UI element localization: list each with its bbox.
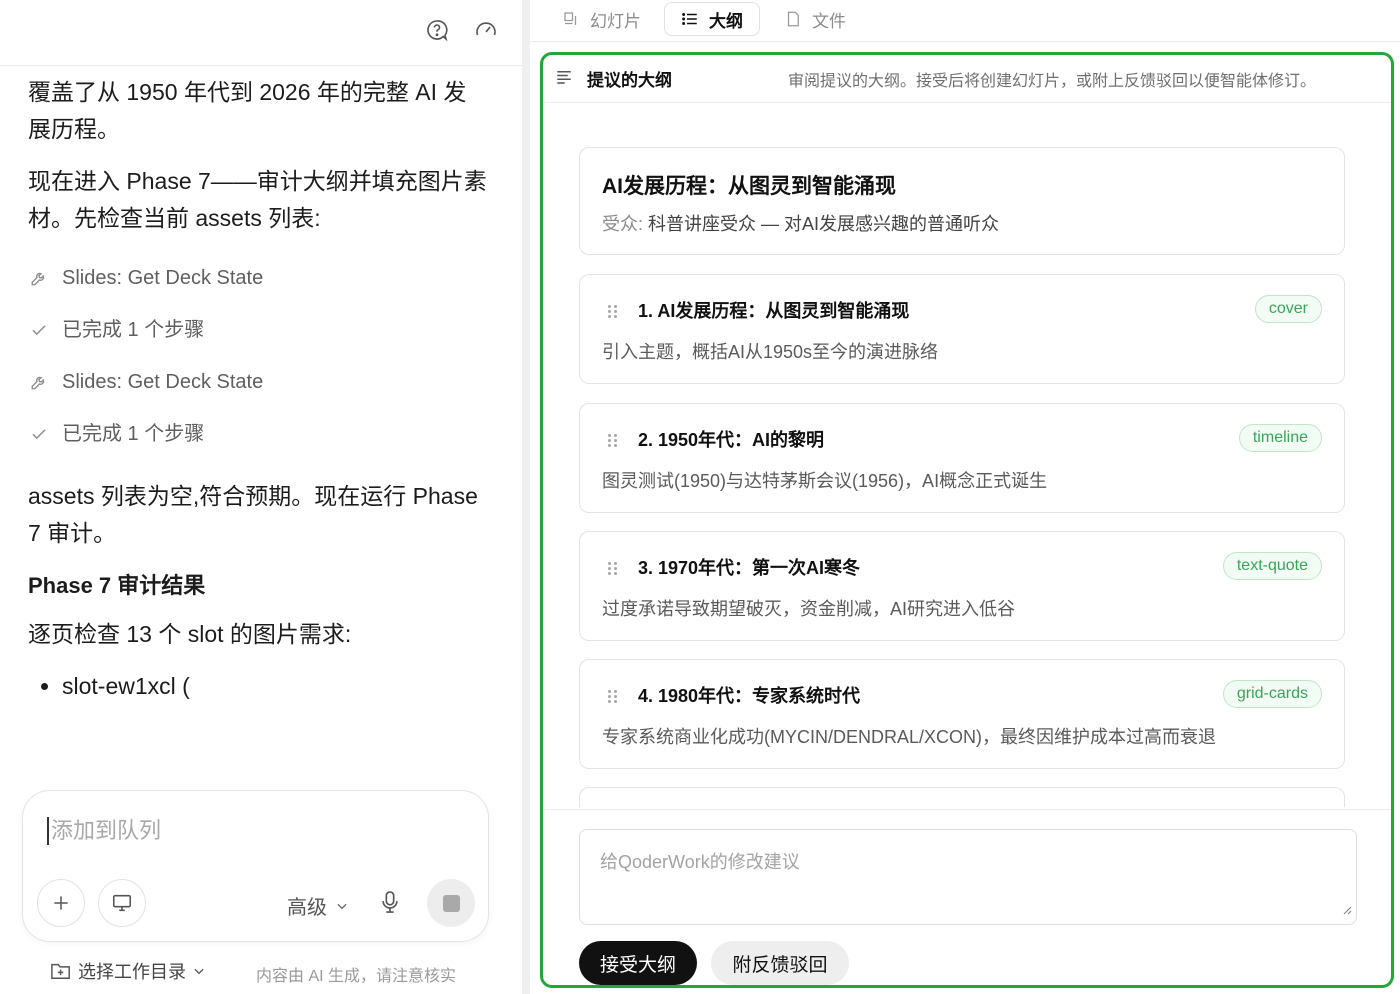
tab-outline[interactable]: 大纲 <box>664 2 760 36</box>
drag-handle-icon[interactable] <box>608 562 618 576</box>
tab-label: 大纲 <box>709 11 743 31</box>
ai-disclaimer: 内容由 AI 生成，请注意核实 <box>256 968 457 985</box>
slide-card[interactable] <box>579 787 1345 807</box>
tool-status-label: 已完成 1 个步骤 <box>62 318 205 341</box>
tool-call-label: Slides: Get Deck State <box>62 266 264 289</box>
chevron-down-icon <box>194 968 204 975</box>
tab-label: 幻灯片 <box>590 11 641 31</box>
resize-handle-icon[interactable] <box>1342 899 1352 920</box>
layout-badge: text-quote <box>1222 552 1322 580</box>
workdir-label: 选择工作目录 <box>78 962 186 982</box>
divider <box>543 809 1391 810</box>
assistant-message: 现在进入 Phase 7——审计大纲并填充图片素材。先检查当前 assets 列… <box>28 168 487 231</box>
outline-header: 提议的大纲 审阅提议的大纲。接受后将创建幻灯片，或附上反馈驳回以便智能体修订。 <box>543 55 1391 103</box>
slide-description: 图灵测试(1950)与达特茅斯会议(1956)，AI概念正式诞生 <box>602 471 1048 491</box>
tab-label: 文件 <box>812 11 846 31</box>
queue-input[interactable]: 添加到队列 <box>47 817 161 845</box>
slide-title: 1. AI发展历程：从图灵到智能涌现 <box>638 301 910 321</box>
gauge-icon[interactable] <box>473 17 499 43</box>
advanced-label: 高级 <box>287 897 327 919</box>
assistant-message: 覆盖了从 1950 年代到 2026 年的完整 AI 发展历程。 <box>28 79 467 142</box>
stop-icon <box>442 894 460 912</box>
bullet-list: slot-ew1xcl ( <box>28 668 488 705</box>
check-icon <box>28 321 50 339</box>
slide-title: 4. 1980年代：专家系统时代 <box>638 686 861 706</box>
composer: 添加到队列 高级 <box>22 790 489 942</box>
screen-button[interactable] <box>98 879 146 927</box>
add-button[interactable] <box>37 879 85 927</box>
tool-call-label: Slides: Get Deck State <box>62 370 264 393</box>
deck-summary-card: AI发展历程：从图灵到智能涌现 受众: 科普讲座受众 — 对AI发展感兴趣的普通… <box>579 147 1345 255</box>
wrench-icon <box>28 269 50 287</box>
check-icon <box>28 425 50 443</box>
slide-description: 专家系统商业化成功(MYCIN/DENDRAL/XCON)，最终因维护成本过高而… <box>602 727 1217 747</box>
advanced-dropdown[interactable]: 高级 <box>287 891 349 920</box>
layout-badge: cover <box>1254 295 1322 323</box>
feedback-placeholder: 给QoderWork的修改建议 <box>600 852 800 872</box>
tool-calls: Slides: Get Deck State 已完成 1 个步骤 Slides:… <box>28 252 488 460</box>
outline-list: AI发展历程：从图灵到智能涌现 受众: 科普讲座受众 — 对AI发展感兴趣的普通… <box>579 147 1347 807</box>
slide-card[interactable]: 2. 1950年代：AI的黎明 timeline 图灵测试(1950)与达特茅斯… <box>579 403 1345 513</box>
monitor-icon <box>112 894 132 912</box>
assistant-message: assets 列表为空,符合预期。现在运行 Phase 7 审计。 <box>28 483 478 546</box>
preview-panel: 幻灯片 大纲 文件 提议的大纲 审阅提议的大纲。接受后将创建幻灯片，或附上反馈驳… <box>530 0 1400 994</box>
slide-description: 过度承诺导致期望破灭，资金削减，AI研究进入低谷 <box>602 599 1016 619</box>
feedback-textarea[interactable]: 给QoderWork的修改建议 <box>579 829 1357 925</box>
outline-title: 提议的大纲 <box>587 71 672 90</box>
layout-badge: grid-cards <box>1222 680 1322 708</box>
tool-call-row[interactable]: Slides: Get Deck State <box>28 356 488 408</box>
accept-outline-button[interactable]: 接受大纲 <box>579 941 697 985</box>
stop-button[interactable] <box>427 879 475 927</box>
tab-slides[interactable]: 幻灯片 <box>546 2 657 36</box>
help-icon[interactable] <box>424 17 450 43</box>
microphone-icon[interactable] <box>379 889 401 920</box>
layout-badge: timeline <box>1238 424 1322 452</box>
audience-label: 受众: <box>602 214 644 234</box>
deck-audience: 受众: 科普讲座受众 — 对AI发展感兴趣的普通听众 <box>602 210 999 236</box>
slide-card[interactable]: 1. AI发展历程：从图灵到智能涌现 cover 引入主题，概括AI从1950s… <box>579 274 1345 384</box>
chat-panel: 覆盖了从 1950 年代到 2026 年的完整 AI 发展历程。 现在进入 Ph… <box>0 0 522 994</box>
list-icon <box>682 13 697 25</box>
deck-title: AI发展历程：从图灵到智能涌现 <box>602 175 896 198</box>
assistant-message: 逐页检查 13 个 slot 的图片需求: <box>28 621 352 647</box>
slide-card[interactable]: 3. 1970年代：第一次AI寒冬 text-quote 过度承诺导致期望破灭，… <box>579 531 1345 641</box>
workdir-selector[interactable]: 选择工作目录 <box>50 958 206 984</box>
tool-call-row[interactable]: Slides: Get Deck State <box>28 252 488 304</box>
message-heading: Phase 7 审计结果 <box>28 573 206 598</box>
tool-status-row[interactable]: 已完成 1 个步骤 <box>28 408 488 460</box>
slide-card[interactable]: 4. 1980年代：专家系统时代 grid-cards 专家系统商业化成功(MY… <box>579 659 1345 769</box>
plus-icon <box>54 896 68 910</box>
slide-title: 2. 1950年代：AI的黎明 <box>638 430 825 450</box>
folder-plus-icon <box>51 963 70 979</box>
view-tabs: 幻灯片 大纲 文件 <box>530 0 1400 42</box>
chat-header <box>0 0 522 66</box>
slide-title: 3. 1970年代：第一次AI寒冬 <box>638 558 861 578</box>
drag-handle-icon[interactable] <box>608 305 618 319</box>
slide-description: 引入主题，概括AI从1950s至今的演进脉络 <box>602 342 939 362</box>
wrench-icon <box>28 373 50 391</box>
reject-with-feedback-button[interactable]: 附反馈驳回 <box>711 941 849 985</box>
drag-handle-icon[interactable] <box>608 690 618 704</box>
drag-handle-icon[interactable] <box>608 434 618 448</box>
chevron-down-icon <box>337 903 347 909</box>
panel-divider[interactable] <box>522 0 530 994</box>
outline-description: 审阅提议的大纲。接受后将创建幻灯片，或附上反馈驳回以便智能体修订。 <box>788 73 1317 90</box>
chat-messages: 覆盖了从 1950 年代到 2026 年的完整 AI 发展历程。 现在进入 Ph… <box>28 74 488 705</box>
menu-icon <box>555 68 573 91</box>
slides-icon <box>564 12 577 25</box>
tool-status-row[interactable]: 已完成 1 个步骤 <box>28 304 488 356</box>
list-item: slot-ew1xcl ( <box>62 668 488 705</box>
outline-review-frame: 提议的大纲 审阅提议的大纲。接受后将创建幻灯片，或附上反馈驳回以便智能体修订。 … <box>540 52 1394 988</box>
audience-value: 科普讲座受众 — 对AI发展感兴趣的普通听众 <box>648 214 1000 234</box>
file-icon <box>787 11 799 27</box>
tool-status-label: 已完成 1 个步骤 <box>62 422 205 445</box>
tab-files[interactable]: 文件 <box>768 2 862 36</box>
